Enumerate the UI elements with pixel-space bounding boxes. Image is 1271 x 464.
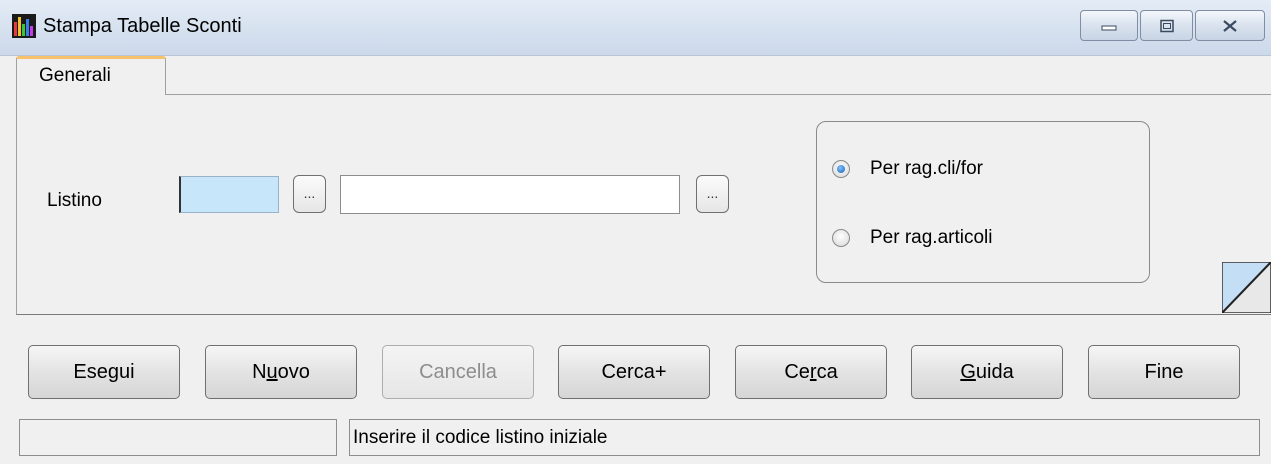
- radio-label: Per rag.cli/for: [870, 158, 983, 179]
- close-button[interactable]: [1195, 10, 1265, 41]
- status-message: Inserire il codice listino iniziale: [353, 427, 608, 448]
- radio-per-rag-cli-for[interactable]: Per rag.cli/for: [832, 158, 983, 180]
- button-mnemonic: u: [266, 361, 278, 383]
- fine-button[interactable]: Fine: [1088, 345, 1240, 399]
- cancella-button[interactable]: Cancella: [382, 345, 534, 399]
- title-bar[interactable]: Stampa Tabelle Sconti: [0, 0, 1271, 56]
- radio-label: Per rag.articoli: [870, 227, 993, 248]
- listino-description-input[interactable]: [340, 175, 680, 214]
- button-label-part: Ce: [784, 361, 810, 383]
- window-title: Stampa Tabelle Sconti: [43, 15, 242, 37]
- button-label-part: ca: [816, 361, 838, 383]
- status-panel-left: [19, 419, 337, 456]
- tab-generali[interactable]: Generali: [16, 56, 166, 95]
- maximize-button[interactable]: [1140, 10, 1193, 41]
- esegui-button[interactable]: Esegui: [28, 345, 180, 399]
- cerca-button[interactable]: Cerca: [735, 345, 887, 399]
- button-label-part: N: [252, 361, 267, 383]
- nuovo-button[interactable]: Nuovo: [205, 345, 357, 399]
- minimize-icon: [1101, 25, 1117, 30]
- listino-label: Listino: [47, 190, 102, 211]
- button-mnemonic: r: [809, 361, 817, 383]
- guida-button[interactable]: Guida: [911, 345, 1063, 399]
- listino-code-input[interactable]: [179, 176, 279, 213]
- tab-label: Generali: [39, 65, 111, 86]
- listino-code-browse-button[interactable]: ...: [293, 175, 326, 213]
- cerca-plus-button[interactable]: Cerca+: [558, 345, 710, 399]
- close-icon: [1223, 19, 1237, 32]
- maximize-icon: [1159, 19, 1174, 32]
- listino-description-browse-button[interactable]: ...: [696, 175, 729, 213]
- button-label-part: ovo: [277, 361, 310, 383]
- sort-options-group: [816, 121, 1150, 283]
- button-mnemonic: G: [960, 361, 976, 383]
- radio-selected-icon: [832, 160, 850, 178]
- chart-bars-icon: [12, 14, 36, 38]
- status-panel-message: Inserire il codice listino iniziale: [349, 419, 1260, 456]
- page-curl-icon[interactable]: [1222, 262, 1271, 313]
- radio-unselected-icon: [832, 229, 850, 247]
- radio-per-rag-articoli[interactable]: Per rag.articoli: [832, 227, 993, 249]
- button-label-part: uida: [975, 361, 1014, 383]
- minimize-button[interactable]: [1080, 10, 1138, 41]
